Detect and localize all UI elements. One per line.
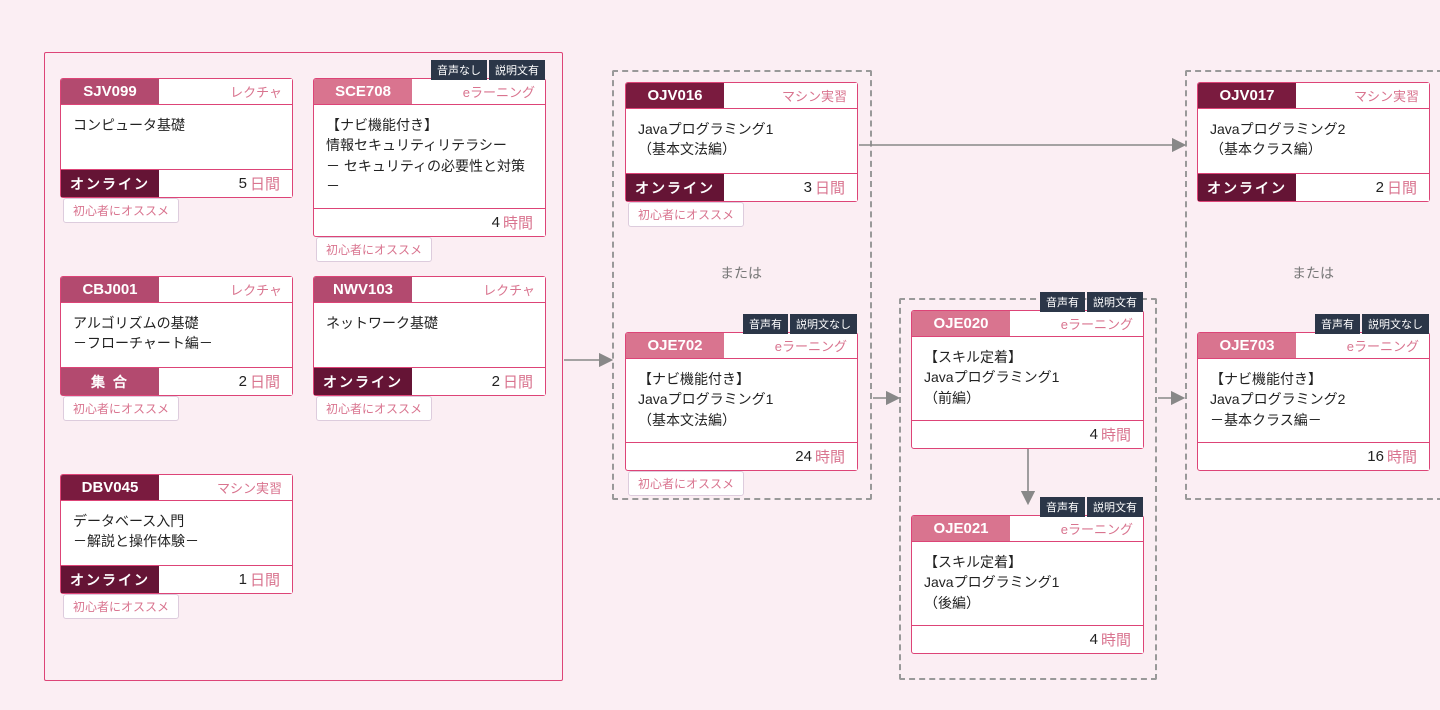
course-delivery: オンライン bbox=[61, 170, 159, 197]
course-style: マシン実習 bbox=[724, 83, 857, 108]
card-nwv103[interactable]: NWV103 レクチャ ネットワーク基礎 オンライン 2日間 初心者にオススメ bbox=[313, 276, 546, 396]
course-title: Javaプログラミング2 （基本クラス編） bbox=[1198, 109, 1429, 173]
course-code: OJV016 bbox=[626, 83, 724, 108]
card-sjv099[interactable]: SJV099 レクチャ コンピュータ基礎 オンライン 5日間 初心者にオススメ bbox=[60, 78, 293, 198]
course-code: OJE703 bbox=[1198, 333, 1296, 358]
course-code: OJV017 bbox=[1198, 83, 1296, 108]
course-delivery bbox=[912, 421, 1010, 448]
course-title: 【ナビ機能付き】 Javaプログラミング1 （基本文法編） bbox=[626, 359, 857, 442]
course-duration: 24時間 bbox=[724, 443, 857, 470]
course-duration: 4時間 bbox=[1010, 421, 1143, 448]
course-code: OJE702 bbox=[626, 333, 724, 358]
course-title: アルゴリズムの基礎 －フローチャート編－ bbox=[61, 303, 292, 367]
course-title: 【ナビ機能付き】 Javaプログラミング2 －基本クラス編－ bbox=[1198, 359, 1429, 442]
course-code: SJV099 bbox=[61, 79, 159, 104]
course-code: NWV103 bbox=[314, 277, 412, 302]
card-ojv017[interactable]: OJV017 マシン実習 Javaプログラミング2 （基本クラス編） オンライン… bbox=[1197, 82, 1430, 202]
recommend-badge: 初心者にオススメ bbox=[628, 471, 744, 496]
course-delivery: オンライン bbox=[1198, 174, 1296, 201]
course-title: データベース入門 －解説と操作体験－ bbox=[61, 501, 292, 565]
card-ojv016[interactable]: OJV016 マシン実習 Javaプログラミング1 （基本文法編） オンライン … bbox=[625, 82, 858, 202]
course-delivery: 集 合 bbox=[61, 368, 159, 395]
course-duration: 4時間 bbox=[1010, 626, 1143, 653]
course-flags: 音声なし 説明文有 bbox=[431, 60, 545, 80]
course-style: eラーニング bbox=[1010, 311, 1143, 336]
flag-voice: 音声有 bbox=[1040, 292, 1085, 312]
course-style: マシン実習 bbox=[159, 475, 292, 500]
flag-voice: 音声有 bbox=[1040, 497, 1085, 517]
course-flags: 音声有 説明文有 bbox=[1040, 292, 1143, 312]
recommend-badge: 初心者にオススメ bbox=[628, 202, 744, 227]
course-code: DBV045 bbox=[61, 475, 159, 500]
course-code: SCE708 bbox=[314, 79, 412, 104]
course-flags: 音声有 説明文有 bbox=[1040, 497, 1143, 517]
course-style: eラーニング bbox=[1010, 516, 1143, 541]
course-title: 【スキル定着】 Javaプログラミング1 （前編） bbox=[912, 337, 1143, 420]
flag-desc: 説明文有 bbox=[1087, 497, 1143, 517]
course-flags: 音声有 説明文なし bbox=[743, 314, 857, 334]
course-title: コンピュータ基礎 bbox=[61, 105, 292, 169]
course-duration: 3日間 bbox=[724, 174, 857, 201]
flag-voice: 音声なし bbox=[431, 60, 487, 80]
recommend-badge: 初心者にオススメ bbox=[63, 396, 179, 421]
card-oje021[interactable]: 音声有 説明文有 OJE021 eラーニング 【スキル定着】 Javaプログラミ… bbox=[911, 515, 1144, 654]
course-delivery: オンライン bbox=[314, 368, 412, 395]
course-code: OJE020 bbox=[912, 311, 1010, 336]
card-sce708[interactable]: 音声なし 説明文有 SCE708 eラーニング 【ナビ機能付き】 情報セキュリテ… bbox=[313, 78, 546, 237]
course-duration: 2日間 bbox=[1296, 174, 1429, 201]
recommend-badge: 初心者にオススメ bbox=[316, 237, 432, 262]
or-label-java1: または bbox=[720, 263, 762, 283]
course-delivery: オンライン bbox=[626, 174, 724, 201]
course-duration: 2日間 bbox=[159, 368, 292, 395]
course-delivery: オンライン bbox=[61, 566, 159, 593]
course-title: 【スキル定着】 Javaプログラミング1 （後編） bbox=[912, 542, 1143, 625]
recommend-badge: 初心者にオススメ bbox=[63, 594, 179, 619]
course-code: CBJ001 bbox=[61, 277, 159, 302]
course-code: OJE021 bbox=[912, 516, 1010, 541]
course-style: レクチャ bbox=[412, 277, 545, 302]
flag-voice: 音声有 bbox=[743, 314, 788, 334]
course-duration: 2日間 bbox=[412, 368, 545, 395]
course-delivery bbox=[912, 626, 1010, 653]
or-label-java2: または bbox=[1292, 263, 1334, 283]
flag-desc: 説明文有 bbox=[1087, 292, 1143, 312]
recommend-badge: 初心者にオススメ bbox=[316, 396, 432, 421]
card-oje020[interactable]: 音声有 説明文有 OJE020 eラーニング 【スキル定着】 Javaプログラミ… bbox=[911, 310, 1144, 449]
course-style: レクチャ bbox=[159, 277, 292, 302]
card-oje703[interactable]: 音声有 説明文なし OJE703 eラーニング 【ナビ機能付き】 Javaプログ… bbox=[1197, 332, 1430, 471]
course-delivery bbox=[626, 443, 724, 470]
course-title: Javaプログラミング1 （基本文法編） bbox=[626, 109, 857, 173]
recommend-badge: 初心者にオススメ bbox=[63, 198, 179, 223]
flag-voice: 音声有 bbox=[1315, 314, 1360, 334]
flag-desc: 説明文有 bbox=[489, 60, 545, 80]
course-delivery bbox=[314, 209, 412, 236]
course-style: eラーニング bbox=[724, 333, 857, 358]
card-dbv045[interactable]: DBV045 マシン実習 データベース入門 －解説と操作体験－ オンライン 1日… bbox=[60, 474, 293, 594]
course-style: マシン実習 bbox=[1296, 83, 1429, 108]
flag-desc: 説明文なし bbox=[790, 314, 857, 334]
card-cbj001[interactable]: CBJ001 レクチャ アルゴリズムの基礎 －フローチャート編－ 集 合 2日間… bbox=[60, 276, 293, 396]
course-title: ネットワーク基礎 bbox=[314, 303, 545, 367]
course-flow-canvas: SJV099 レクチャ コンピュータ基礎 オンライン 5日間 初心者にオススメ … bbox=[20, 20, 1420, 690]
course-flags: 音声有 説明文なし bbox=[1315, 314, 1429, 334]
course-title: 【ナビ機能付き】 情報セキュリティリテラシー － セキュリティの必要性と対策－ bbox=[314, 105, 545, 208]
card-oje702[interactable]: 音声有 説明文なし OJE702 eラーニング 【ナビ機能付き】 Javaプログ… bbox=[625, 332, 858, 471]
course-style: eラーニング bbox=[1296, 333, 1429, 358]
course-duration: 16時間 bbox=[1296, 443, 1429, 470]
course-style: eラーニング bbox=[412, 79, 545, 104]
course-style: レクチャ bbox=[159, 79, 292, 104]
course-delivery bbox=[1198, 443, 1296, 470]
flag-desc: 説明文なし bbox=[1362, 314, 1429, 334]
course-duration: 5日間 bbox=[159, 170, 292, 197]
course-duration: 4時間 bbox=[412, 209, 545, 236]
course-duration: 1日間 bbox=[159, 566, 292, 593]
